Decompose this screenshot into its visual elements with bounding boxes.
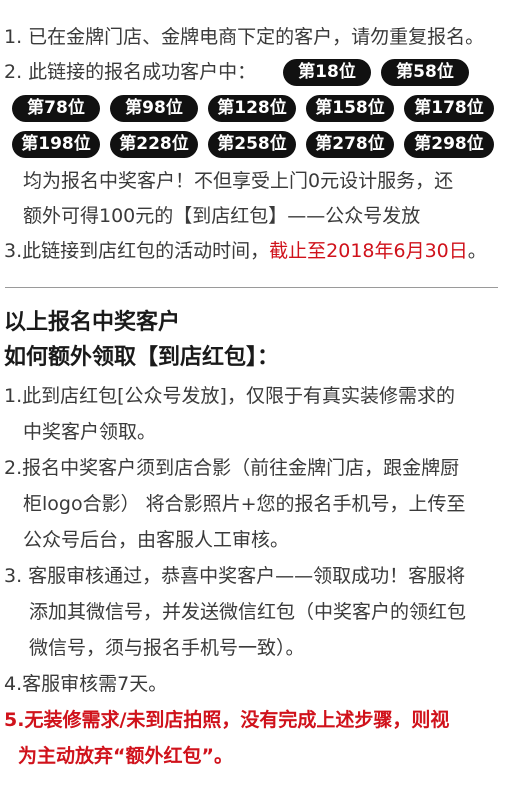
rank-pill: 第298位: [404, 131, 494, 158]
rank-pill: 第58位: [381, 59, 469, 86]
notice-item-2-text-2: 额外可得100元的【到店红包】——公众号发放: [23, 205, 421, 227]
section-divider: [5, 287, 498, 288]
notice-item-2-label: 2. 此链接的报名成功客户中：: [4, 61, 257, 83]
notice-item-2-text-1: 均为报名中奖客户！不但享受上门0元设计服务，还: [23, 170, 454, 192]
section-heading-1: 以上报名中奖客户: [4, 310, 181, 335]
rank-pill: 第18位: [283, 59, 371, 86]
step-5-line-1: 5.无装修需求/未到店拍照，没有完成上述步骤，则视: [4, 709, 450, 731]
step-3-line-1: 3. 客服审核通过，恭喜中奖客户——领取成功！客服将: [4, 565, 466, 587]
section-heading-2: 如何额外领取【到店红包】：: [4, 345, 280, 370]
step-5-line-2: 为主动放弃“额外红包”。: [18, 745, 233, 767]
rank-pill: 第258位: [208, 131, 296, 158]
rank-pill: 第228位: [110, 131, 198, 158]
rank-pill: 第98位: [110, 95, 198, 122]
rank-pill: 第198位: [12, 131, 100, 158]
rank-pill: 第78位: [12, 95, 100, 122]
activity-time-label: 3.此链接到店红包的活动时间，: [4, 240, 270, 262]
step-2-line-1: 2.报名中奖客户须到店合影（前往金牌门店，跟金牌厨: [4, 457, 460, 479]
rank-pill: 第278位: [306, 131, 394, 158]
activity-suffix: 。: [467, 240, 487, 262]
step-2-line-2: 柜logo合影） 将合影照片+您的报名手机号，上传至: [23, 493, 466, 515]
activity-deadline: 截止至2018年6月30日: [269, 240, 468, 262]
rank-pill: 第128位: [208, 95, 296, 122]
step-2-line-3: 公众号后台，由客服人工审核。: [23, 529, 290, 551]
announcement-page: 1. 已在金牌门店、金牌电商下定的客户，请勿重复报名。 2. 此链接的报名成功客…: [0, 0, 509, 787]
step-1-line-2: 中奖客户领取。: [23, 421, 157, 443]
step-4: 4.客服审核需7天。: [4, 673, 168, 695]
rank-pill: 第158位: [306, 95, 394, 122]
notice-item-3: 3.此链接到店红包的活动时间，截止至2018年6月30日。: [4, 239, 487, 263]
notice-item-1: 1. 已在金牌门店、金牌电商下定的客户，请勿重复报名。: [4, 26, 485, 48]
step-1-line-1: 1.此到店红包[公众号发放]，仅限于有真实装修需求的: [4, 385, 455, 407]
rank-pill: 第178位: [404, 95, 494, 122]
step-3-line-2: 添加其微信号，并发送微信红包（中奖客户的领红包: [29, 601, 467, 623]
step-3-line-3: 微信号，须与报名手机号一致）。: [29, 637, 305, 659]
